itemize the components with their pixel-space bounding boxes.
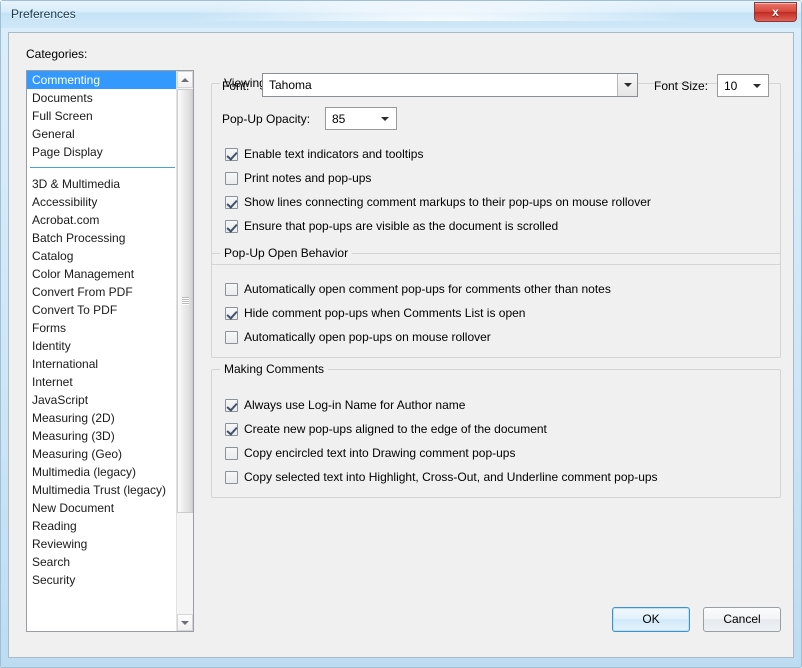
checkbox-label: Always use Log-in Name for Author name xyxy=(244,398,465,412)
sidebar-item-multimedia-trust-legacy[interactable]: Multimedia Trust (legacy) xyxy=(27,481,193,499)
cancel-button[interactable]: Cancel xyxy=(703,607,781,632)
sidebar-item-search[interactable]: Search xyxy=(27,553,193,571)
sidebar-item-convert-from-pdf[interactable]: Convert From PDF xyxy=(27,283,193,301)
sidebar-item-forms[interactable]: Forms xyxy=(27,319,193,337)
checkbox-checked-icon[interactable] xyxy=(225,220,238,233)
checkbox-checked-icon[interactable] xyxy=(225,148,238,161)
checkbox-checked-icon[interactable] xyxy=(225,423,238,436)
font-combobox-arrow-icon[interactable] xyxy=(617,74,637,96)
font-combobox-value: Tahoma xyxy=(263,78,617,92)
sidebar-item-color-management[interactable]: Color Management xyxy=(27,265,193,283)
sidebar-item-documents[interactable]: Documents xyxy=(27,89,193,107)
checkbox-unchecked-icon[interactable] xyxy=(225,172,238,185)
popup-open-behavior-title: Pop-Up Open Behavior xyxy=(220,246,352,260)
sidebar-item-accessibility[interactable]: Accessibility xyxy=(27,193,193,211)
font-combobox[interactable]: Tahoma xyxy=(262,73,638,97)
scroll-up-arrow-icon[interactable] xyxy=(177,71,193,88)
sidebar-item-page-display[interactable]: Page Display xyxy=(27,143,193,161)
checkbox-label: Ensure that pop-ups are visible as the d… xyxy=(244,219,558,233)
checkbox-checked-icon[interactable] xyxy=(225,307,238,320)
preferences-dialog: Preferences x Categories: CommentingDocu… xyxy=(0,0,802,668)
scrollbar-thumb[interactable] xyxy=(177,89,193,513)
checkbox-label: Automatically open comment pop-ups for c… xyxy=(244,282,611,296)
checkbox-row[interactable]: Always use Log-in Name for Author name xyxy=(225,397,465,413)
ok-button[interactable]: OK xyxy=(612,607,690,632)
checkbox-row[interactable]: Automatically open pop-ups on mouse roll… xyxy=(225,329,491,345)
sidebar-item-batch-processing[interactable]: Batch Processing xyxy=(27,229,193,247)
categories-scrollbar[interactable] xyxy=(176,71,193,631)
checkbox-checked-icon[interactable] xyxy=(225,399,238,412)
checkbox-row[interactable]: Enable text indicators and tooltips xyxy=(225,146,423,162)
checkbox-unchecked-icon[interactable] xyxy=(225,331,238,344)
font-size-combobox[interactable]: 10 xyxy=(717,74,769,97)
sidebar-item-commenting[interactable]: Commenting xyxy=(27,71,177,89)
sidebar-item-javascript[interactable]: JavaScript xyxy=(27,391,193,409)
checkbox-unchecked-icon[interactable] xyxy=(225,447,238,460)
checkbox-row[interactable]: Automatically open comment pop-ups for c… xyxy=(225,281,611,297)
sidebar-item-full-screen[interactable]: Full Screen xyxy=(27,107,193,125)
sidebar-item-multimedia-legacy[interactable]: Multimedia (legacy) xyxy=(27,463,193,481)
sidebar-item-internet[interactable]: Internet xyxy=(27,373,193,391)
checkbox-label: Copy encircled text into Drawing comment… xyxy=(244,446,515,460)
sidebar-item-security[interactable]: Security xyxy=(27,571,193,589)
checkbox-checked-icon[interactable] xyxy=(225,196,238,209)
checkbox-row[interactable]: Show lines connecting comment markups to… xyxy=(225,194,651,210)
title-bar[interactable]: Preferences x xyxy=(1,1,801,28)
checkbox-label: Create new pop-ups aligned to the edge o… xyxy=(244,422,547,436)
sidebar-item-measuring-2d[interactable]: Measuring (2D) xyxy=(27,409,193,427)
font-size-combobox-arrow-icon[interactable] xyxy=(746,75,768,96)
dialog-client-area: Categories: CommentingDocumentsFull Scre… xyxy=(8,32,794,658)
sidebar-item-catalog[interactable]: Catalog xyxy=(27,247,193,265)
categories-items: CommentingDocumentsFull ScreenGeneralPag… xyxy=(27,71,193,589)
close-button[interactable]: x xyxy=(754,2,797,22)
checkbox-row[interactable]: Copy encircled text into Drawing comment… xyxy=(225,445,515,461)
close-icon: x xyxy=(755,3,796,21)
checkbox-label: Copy selected text into Highlight, Cross… xyxy=(244,470,658,484)
checkbox-row[interactable]: Ensure that pop-ups are visible as the d… xyxy=(225,218,558,234)
font-label: Font: xyxy=(222,79,249,93)
scroll-down-arrow-icon[interactable] xyxy=(177,614,193,631)
font-size-combobox-value: 10 xyxy=(718,79,746,93)
popup-opacity-combobox[interactable]: 85 xyxy=(325,107,397,130)
checkbox-row[interactable]: Print notes and pop-ups xyxy=(225,170,371,186)
checkbox-unchecked-icon[interactable] xyxy=(225,471,238,484)
font-size-label: Font Size: xyxy=(654,79,708,93)
sidebar-item-international[interactable]: International xyxy=(27,355,193,373)
checkbox-unchecked-icon[interactable] xyxy=(225,283,238,296)
sidebar-item-new-document[interactable]: New Document xyxy=(27,499,193,517)
popup-opacity-combobox-value: 85 xyxy=(326,112,374,126)
sidebar-item-convert-to-pdf[interactable]: Convert To PDF xyxy=(27,301,193,319)
popup-opacity-label: Pop-Up Opacity: xyxy=(222,112,310,126)
categories-separator xyxy=(27,161,193,175)
checkbox-label: Print notes and pop-ups xyxy=(244,171,371,185)
checkbox-label: Show lines connecting comment markups to… xyxy=(244,195,651,209)
popup-opacity-combobox-arrow-icon[interactable] xyxy=(374,108,396,129)
sidebar-item-3d-multimedia[interactable]: 3D & Multimedia xyxy=(27,175,193,193)
making-comments-title: Making Comments xyxy=(220,362,328,376)
sidebar-item-measuring-3d[interactable]: Measuring (3D) xyxy=(27,427,193,445)
checkbox-row[interactable]: Copy selected text into Highlight, Cross… xyxy=(225,469,658,485)
sidebar-item-reviewing[interactable]: Reviewing xyxy=(27,535,193,553)
window-title: Preferences xyxy=(11,7,76,21)
sidebar-item-reading[interactable]: Reading xyxy=(27,517,193,535)
checkbox-label: Automatically open pop-ups on mouse roll… xyxy=(244,330,491,344)
checkbox-row[interactable]: Create new pop-ups aligned to the edge o… xyxy=(225,421,547,437)
checkbox-label: Hide comment pop-ups when Comments List … xyxy=(244,306,525,320)
checkbox-label: Enable text indicators and tooltips xyxy=(244,147,423,161)
categories-listbox[interactable]: CommentingDocumentsFull ScreenGeneralPag… xyxy=(26,70,194,632)
titlebar-gloss xyxy=(181,1,701,21)
sidebar-item-identity[interactable]: Identity xyxy=(27,337,193,355)
categories-label: Categories: xyxy=(26,47,87,61)
scrollbar-grip-icon xyxy=(182,297,189,305)
sidebar-item-general[interactable]: General xyxy=(27,125,193,143)
sidebar-item-measuring-geo[interactable]: Measuring (Geo) xyxy=(27,445,193,463)
checkbox-row[interactable]: Hide comment pop-ups when Comments List … xyxy=(225,305,525,321)
sidebar-item-acrobat-com[interactable]: Acrobat.com xyxy=(27,211,193,229)
